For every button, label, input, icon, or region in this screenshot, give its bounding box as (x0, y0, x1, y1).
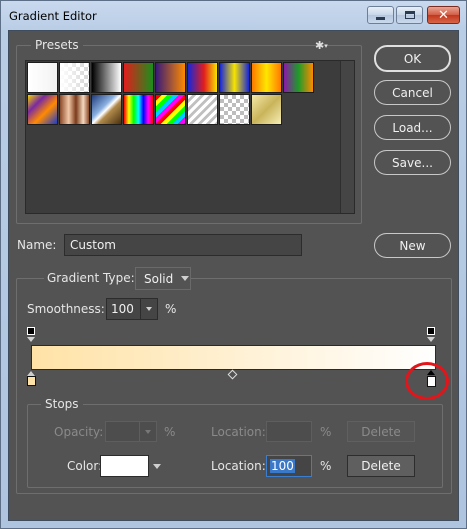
opacity-unit: % (164, 425, 176, 439)
color-delete-button[interactable]: Delete (347, 455, 415, 477)
preset-swatch-violet-orange[interactable] (155, 62, 186, 93)
preset-swatch-gold[interactable] (251, 94, 282, 125)
window-title: Gradient Editor (9, 9, 97, 23)
preset-swatch-yellow-violet-orange-blue[interactable] (27, 94, 58, 125)
chevron-down-icon[interactable] (153, 464, 161, 469)
opacity-location-label: Location: (211, 425, 266, 439)
opacity-delete-button: Delete (347, 421, 415, 442)
color-swatch[interactable] (100, 455, 149, 477)
opacity-stepper (139, 422, 156, 441)
title-bar[interactable]: Gradient Editor ✕ (0, 0, 465, 30)
chevron-down-icon (146, 307, 152, 311)
preset-swatch-transparent-rainbow[interactable] (155, 94, 186, 125)
preset-swatch-blue-red-yellow[interactable] (187, 62, 218, 93)
opacity-stop-right-pointer (427, 337, 435, 342)
opacity-location-unit: % (320, 425, 332, 439)
name-label: Name: (17, 238, 57, 252)
highlight-circle (405, 362, 449, 400)
stops-title: Stops (41, 397, 83, 411)
opacity-stop-left[interactable] (27, 327, 35, 335)
preset-swatch-black-white[interactable] (91, 62, 122, 93)
presets-scrollbar[interactable] (340, 61, 354, 213)
smoothness-input[interactable]: 100 (106, 298, 158, 320)
opacity-stop-left-pointer (27, 337, 35, 342)
color-stop-left[interactable] (27, 376, 36, 386)
chevron-down-icon (145, 429, 151, 434)
close-button[interactable]: ✕ (427, 6, 460, 24)
smoothness-stepper[interactable] (140, 299, 157, 319)
preset-swatch-foreground-to-background[interactable] (27, 62, 58, 93)
color-location-label: Location: (211, 459, 266, 473)
maximize-icon (404, 11, 415, 19)
ok-button[interactable]: OK (374, 45, 451, 72)
color-location-value: 100 (270, 459, 295, 473)
presets-menu-button[interactable]: ✱▾ (315, 38, 335, 52)
preset-swatch-chrome[interactable] (91, 94, 122, 125)
minimize-button[interactable] (367, 6, 394, 24)
color-location-input[interactable]: 100 (266, 455, 312, 477)
minimize-icon (376, 16, 385, 20)
smoothness-value: 100 (111, 302, 134, 316)
opacity-location-input (266, 421, 312, 442)
preset-swatch-violet-green-orange[interactable] (283, 62, 314, 93)
gear-icon: ✱ (315, 39, 325, 52)
color-location-unit: % (320, 459, 332, 473)
opacity-input (105, 421, 157, 442)
gradient-type-label: Gradient Type: (44, 271, 138, 285)
preset-swatch-transparent-stripes[interactable] (187, 94, 218, 125)
preset-swatch-orange-yellow-orange[interactable] (251, 62, 282, 93)
save-button[interactable]: Save... (374, 150, 451, 175)
close-icon: ✕ (438, 7, 449, 23)
chevron-down-icon (181, 276, 190, 281)
opacity-stop-right[interactable] (427, 327, 435, 335)
smoothness-label: Smoothness: (27, 302, 105, 316)
preset-swatch-copper[interactable] (59, 94, 90, 125)
load-button[interactable]: Load... (374, 115, 451, 140)
gradient-type-dropdown[interactable]: Solid (135, 267, 191, 290)
preset-swatch-blue-yellow-blue[interactable] (219, 62, 250, 93)
preset-swatch-spectrum[interactable] (123, 94, 154, 125)
name-input[interactable]: Custom (64, 234, 302, 256)
opacity-label: Opacity: (54, 425, 104, 439)
gradient-preview-bar[interactable] (31, 345, 436, 370)
gradient-type-value: Solid (144, 271, 174, 286)
presets-title: Presets (31, 38, 83, 52)
preset-swatch-red-green[interactable] (123, 62, 154, 93)
preset-swatch-foreground-to-transparent[interactable] (59, 62, 90, 93)
maximize-button[interactable] (396, 6, 423, 24)
preset-swatch-neutral-density[interactable] (219, 94, 250, 125)
new-button[interactable]: New (374, 233, 451, 258)
color-label: Color: (67, 459, 103, 473)
smoothness-unit: % (165, 302, 177, 316)
cancel-button[interactable]: Cancel (374, 80, 451, 105)
